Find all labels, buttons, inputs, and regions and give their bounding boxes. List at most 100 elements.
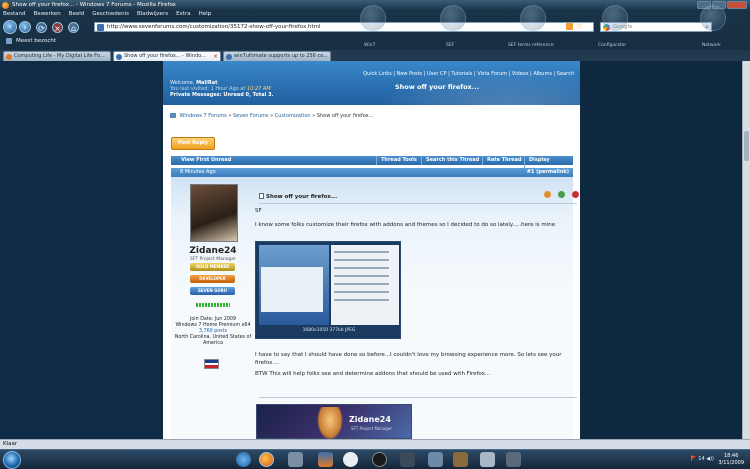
user-info: Join Date: Jun 2009 Windows 7 Home Premi… [173, 317, 253, 347]
desktop-icon-label: Network [702, 43, 721, 48]
media-player-icon[interactable] [372, 452, 387, 467]
screenshot-thumbnail[interactable]: 1680x1050 377kb JPEG [255, 241, 401, 339]
post-title: Show off your firefox... [259, 193, 337, 200]
scrollbar-thumb[interactable] [744, 131, 749, 161]
app-icon[interactable] [400, 452, 415, 467]
back-button[interactable]: ‹ [3, 20, 17, 34]
breadcrumb-customization[interactable]: Customization [275, 113, 311, 119]
url-text: http://www.sevenforums.com/customization… [107, 24, 321, 30]
forward-button[interactable]: › [19, 21, 31, 33]
private-messages[interactable]: Private Messages: Unread 0, Total 3. [170, 92, 273, 98]
desktop-icon-label: Win7 [364, 43, 375, 48]
avatar[interactable] [190, 184, 238, 242]
signature-figure [317, 407, 343, 439]
search-thread-menu[interactable]: Search this Thread [421, 156, 483, 165]
thumbnail-caption: 1680x1050 377kb JPEG [256, 328, 402, 333]
tab-label: win7ultimate supports up to 256 co... [234, 53, 328, 59]
bookmark-icon [6, 38, 12, 44]
stop-button[interactable]: × [52, 22, 63, 33]
home-button[interactable]: ⌂ [68, 22, 79, 33]
reload-button[interactable]: ⟳ [36, 22, 47, 33]
window-title: Show off your firefox... - Windows 7 For… [12, 2, 176, 8]
post-text-sf: SF [255, 208, 575, 216]
desktop-icon-win7[interactable] [360, 5, 386, 31]
rank-badge-seven-guru: SEVEN GURU [190, 287, 235, 295]
app-icon[interactable] [318, 452, 333, 467]
app-icon[interactable] [506, 452, 521, 467]
desktop-icon-network[interactable] [700, 5, 726, 31]
menu-help[interactable]: Help [199, 10, 212, 19]
forum-page: Quick Links | New Posts | User CP | Tuto… [163, 61, 580, 439]
desktop-icon-label: Configurator [598, 43, 626, 48]
thanks-icon[interactable] [558, 191, 565, 198]
user-location: North Carolina, United States of America [173, 335, 253, 347]
view-first-unread-link[interactable]: View First Unread [181, 156, 231, 165]
post-paragraph: I have to say that I should have done so… [255, 352, 575, 367]
breadcrumb-seven-forums[interactable]: Seven Forums [233, 113, 269, 119]
tab-favicon [116, 54, 122, 60]
site-favicon [97, 24, 104, 31]
clock[interactable]: 18:46 3/11/2009 [718, 453, 744, 466]
desktop-icon-sef[interactable] [440, 5, 466, 31]
system-tray[interactable]: 🚩 14 ◀)) [690, 456, 714, 462]
breadcrumb-current: Show off your firefox... [317, 113, 374, 119]
app-icon[interactable] [343, 452, 358, 467]
status-text: Klaar [3, 441, 17, 447]
tab-label: Show off your firefox... - Windo... [124, 53, 206, 59]
signature-image: Zidane24 SFT Project Manager [256, 404, 412, 439]
menu-tools[interactable]: Extra [176, 10, 191, 19]
clock-date: 3/11/2009 [718, 460, 744, 467]
firefox-taskbar-icon[interactable] [259, 452, 274, 467]
menu-edit[interactable]: Bewerken [34, 10, 61, 19]
breadcrumb: Windows 7 Forums » Seven Forums » Custom… [170, 113, 373, 119]
app-icon[interactable] [480, 452, 495, 467]
tab-bar: Computing Life - My Digital Life Fo... S… [0, 50, 750, 61]
permalink[interactable]: #1 (permalink) [527, 168, 569, 177]
breadcrumb-windows7-forums[interactable]: Windows 7 Forums [180, 113, 227, 119]
tab-label: Computing Life - My Digital Life Fo... [14, 53, 105, 59]
thumbnail-sidebar [331, 245, 399, 325]
page-viewport: Quick Links | New Posts | User CP | Tuto… [0, 61, 742, 439]
user-name[interactable]: Zidane24 [173, 246, 253, 256]
bookmark-most-visited[interactable]: Meest bezocht [16, 36, 56, 46]
desktop-icon-configurator[interactable] [602, 5, 628, 31]
taskbar: 🚩 14 ◀)) 18:46 3/11/2009 [0, 449, 750, 469]
document-icon [259, 193, 264, 199]
rank-badge-gold-member: GOLD MEMBER [190, 263, 235, 271]
ie-icon[interactable] [236, 452, 251, 467]
reputation-bar [196, 303, 230, 307]
page-scrollbar[interactable] [742, 61, 750, 439]
signature-name: Zidane24 [349, 415, 391, 424]
menu-view[interactable]: Beeld [69, 10, 85, 19]
post-reply-button[interactable]: Post Reply [171, 137, 215, 150]
thumbnail-content [261, 267, 323, 312]
signature-divider [259, 397, 577, 398]
thread-tools-menu[interactable]: Thread Tools [376, 156, 421, 165]
tag-icon[interactable] [544, 191, 551, 198]
desktop-icon-sef-terms[interactable] [520, 5, 546, 31]
firefox-icon [2, 2, 9, 9]
thread-header-title: Show off your firefox... [395, 83, 479, 91]
post-header-bar: 8 Minutes Ago #1 (permalink) [171, 168, 573, 177]
desktop-icon-label: SEF terms reference [508, 43, 554, 48]
menu-bookmarks[interactable]: Bladwijzers [137, 10, 168, 19]
forum-top-links[interactable]: Quick Links | New Posts | User CP | Tuto… [363, 71, 574, 77]
menu-file[interactable]: Bestand [3, 10, 26, 19]
app-icon[interactable] [428, 452, 443, 467]
welcome-block: Welcome, MallRat You last visited: 1 Hou… [170, 80, 273, 98]
tab-computing-life[interactable]: Computing Life - My Digital Life Fo... [3, 51, 111, 61]
menu-history[interactable]: Geschiedenis [92, 10, 129, 19]
tab-show-off-firefox[interactable]: Show off your firefox... - Windo... × [113, 51, 221, 61]
home-icon [170, 113, 176, 118]
thread-toolbar: View First Unread Thread Tools Search th… [171, 156, 573, 165]
rank-badge-developer: DEVELOPER [190, 275, 235, 283]
app-icon[interactable] [453, 452, 468, 467]
explorer-icon[interactable] [288, 452, 303, 467]
tab-close-icon[interactable]: × [213, 52, 218, 61]
user-title: SFT Project Manager [173, 257, 253, 262]
report-icon[interactable] [572, 191, 579, 198]
rate-thread-menu[interactable]: Rate Thread [482, 156, 526, 165]
tab-win7ultimate[interactable]: win7ultimate supports up to 256 co... [223, 51, 331, 61]
divider [259, 203, 577, 204]
start-button[interactable] [3, 451, 21, 469]
